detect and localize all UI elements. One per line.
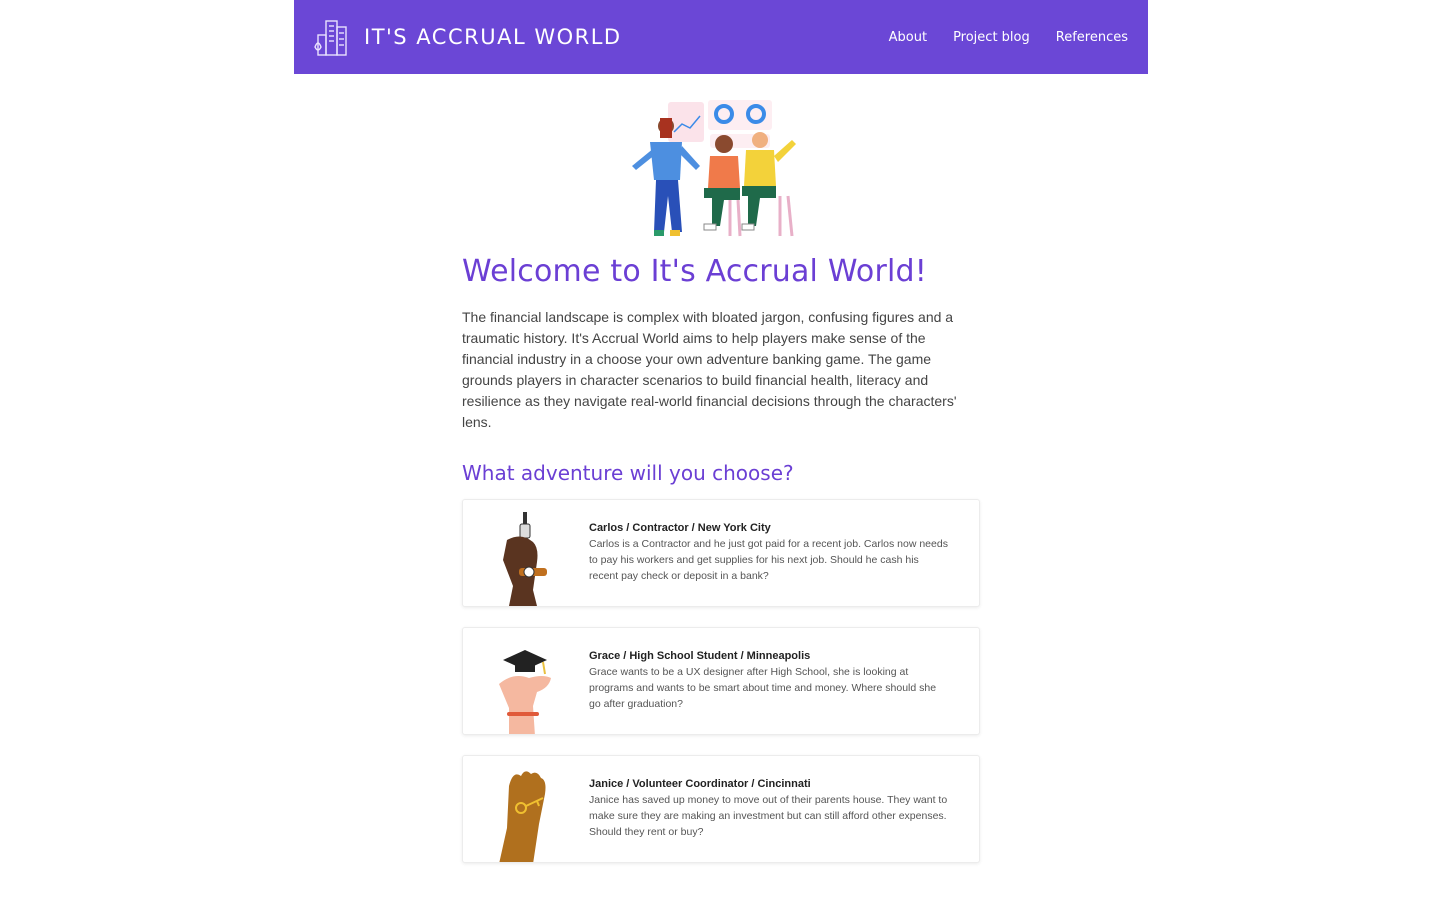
brand[interactable]: IT'S ACCRUAL WORLD <box>312 17 622 57</box>
main-nav: About Project blog References <box>889 30 1128 45</box>
adventure-card-grace[interactable]: Grace / High School Student / Minneapoli… <box>462 627 980 735</box>
adventure-card-carlos[interactable]: Carlos / Contractor / New York City Carl… <box>462 499 980 607</box>
adventure-cards: Carlos / Contractor / New York City Carl… <box>462 499 982 863</box>
section-subtitle: What adventure will you choose? <box>462 461 794 485</box>
intro-text: The financial landscape is complex with … <box>462 309 957 430</box>
hero-illustration <box>632 100 796 237</box>
nav-about[interactable]: About <box>889 30 927 45</box>
hand-holding-key-icon <box>463 756 589 862</box>
nav-references[interactable]: References <box>1056 30 1128 45</box>
card-description: Grace wants to be a UX designer after Hi… <box>589 666 937 710</box>
card-title: Grace / High School Student / Minneapoli… <box>589 650 811 662</box>
card-title: Janice / Volunteer Coordinator / Cincinn… <box>589 778 811 790</box>
page-title: Welcome to It's Accrual World! <box>462 254 928 289</box>
hand-holding-graduation-cap-icon <box>463 628 589 734</box>
card-description: Janice has saved up money to move out of… <box>589 794 948 838</box>
adventure-card-janice[interactable]: Janice / Volunteer Coordinator / Cincinn… <box>462 755 980 863</box>
card-title: Carlos / Contractor / New York City <box>589 522 771 534</box>
hand-holding-tool-icon <box>463 500 589 606</box>
nav-project-blog[interactable]: Project blog <box>953 30 1030 45</box>
card-description: Carlos is a Contractor and he just got p… <box>589 538 948 582</box>
site-header: IT'S ACCRUAL WORLD About Project blog Re… <box>294 0 1148 74</box>
brand-name: IT'S ACCRUAL WORLD <box>364 25 622 49</box>
city-buildings-icon <box>314 20 347 56</box>
main-content: Welcome to It's Accrual World! The finan… <box>462 254 982 863</box>
